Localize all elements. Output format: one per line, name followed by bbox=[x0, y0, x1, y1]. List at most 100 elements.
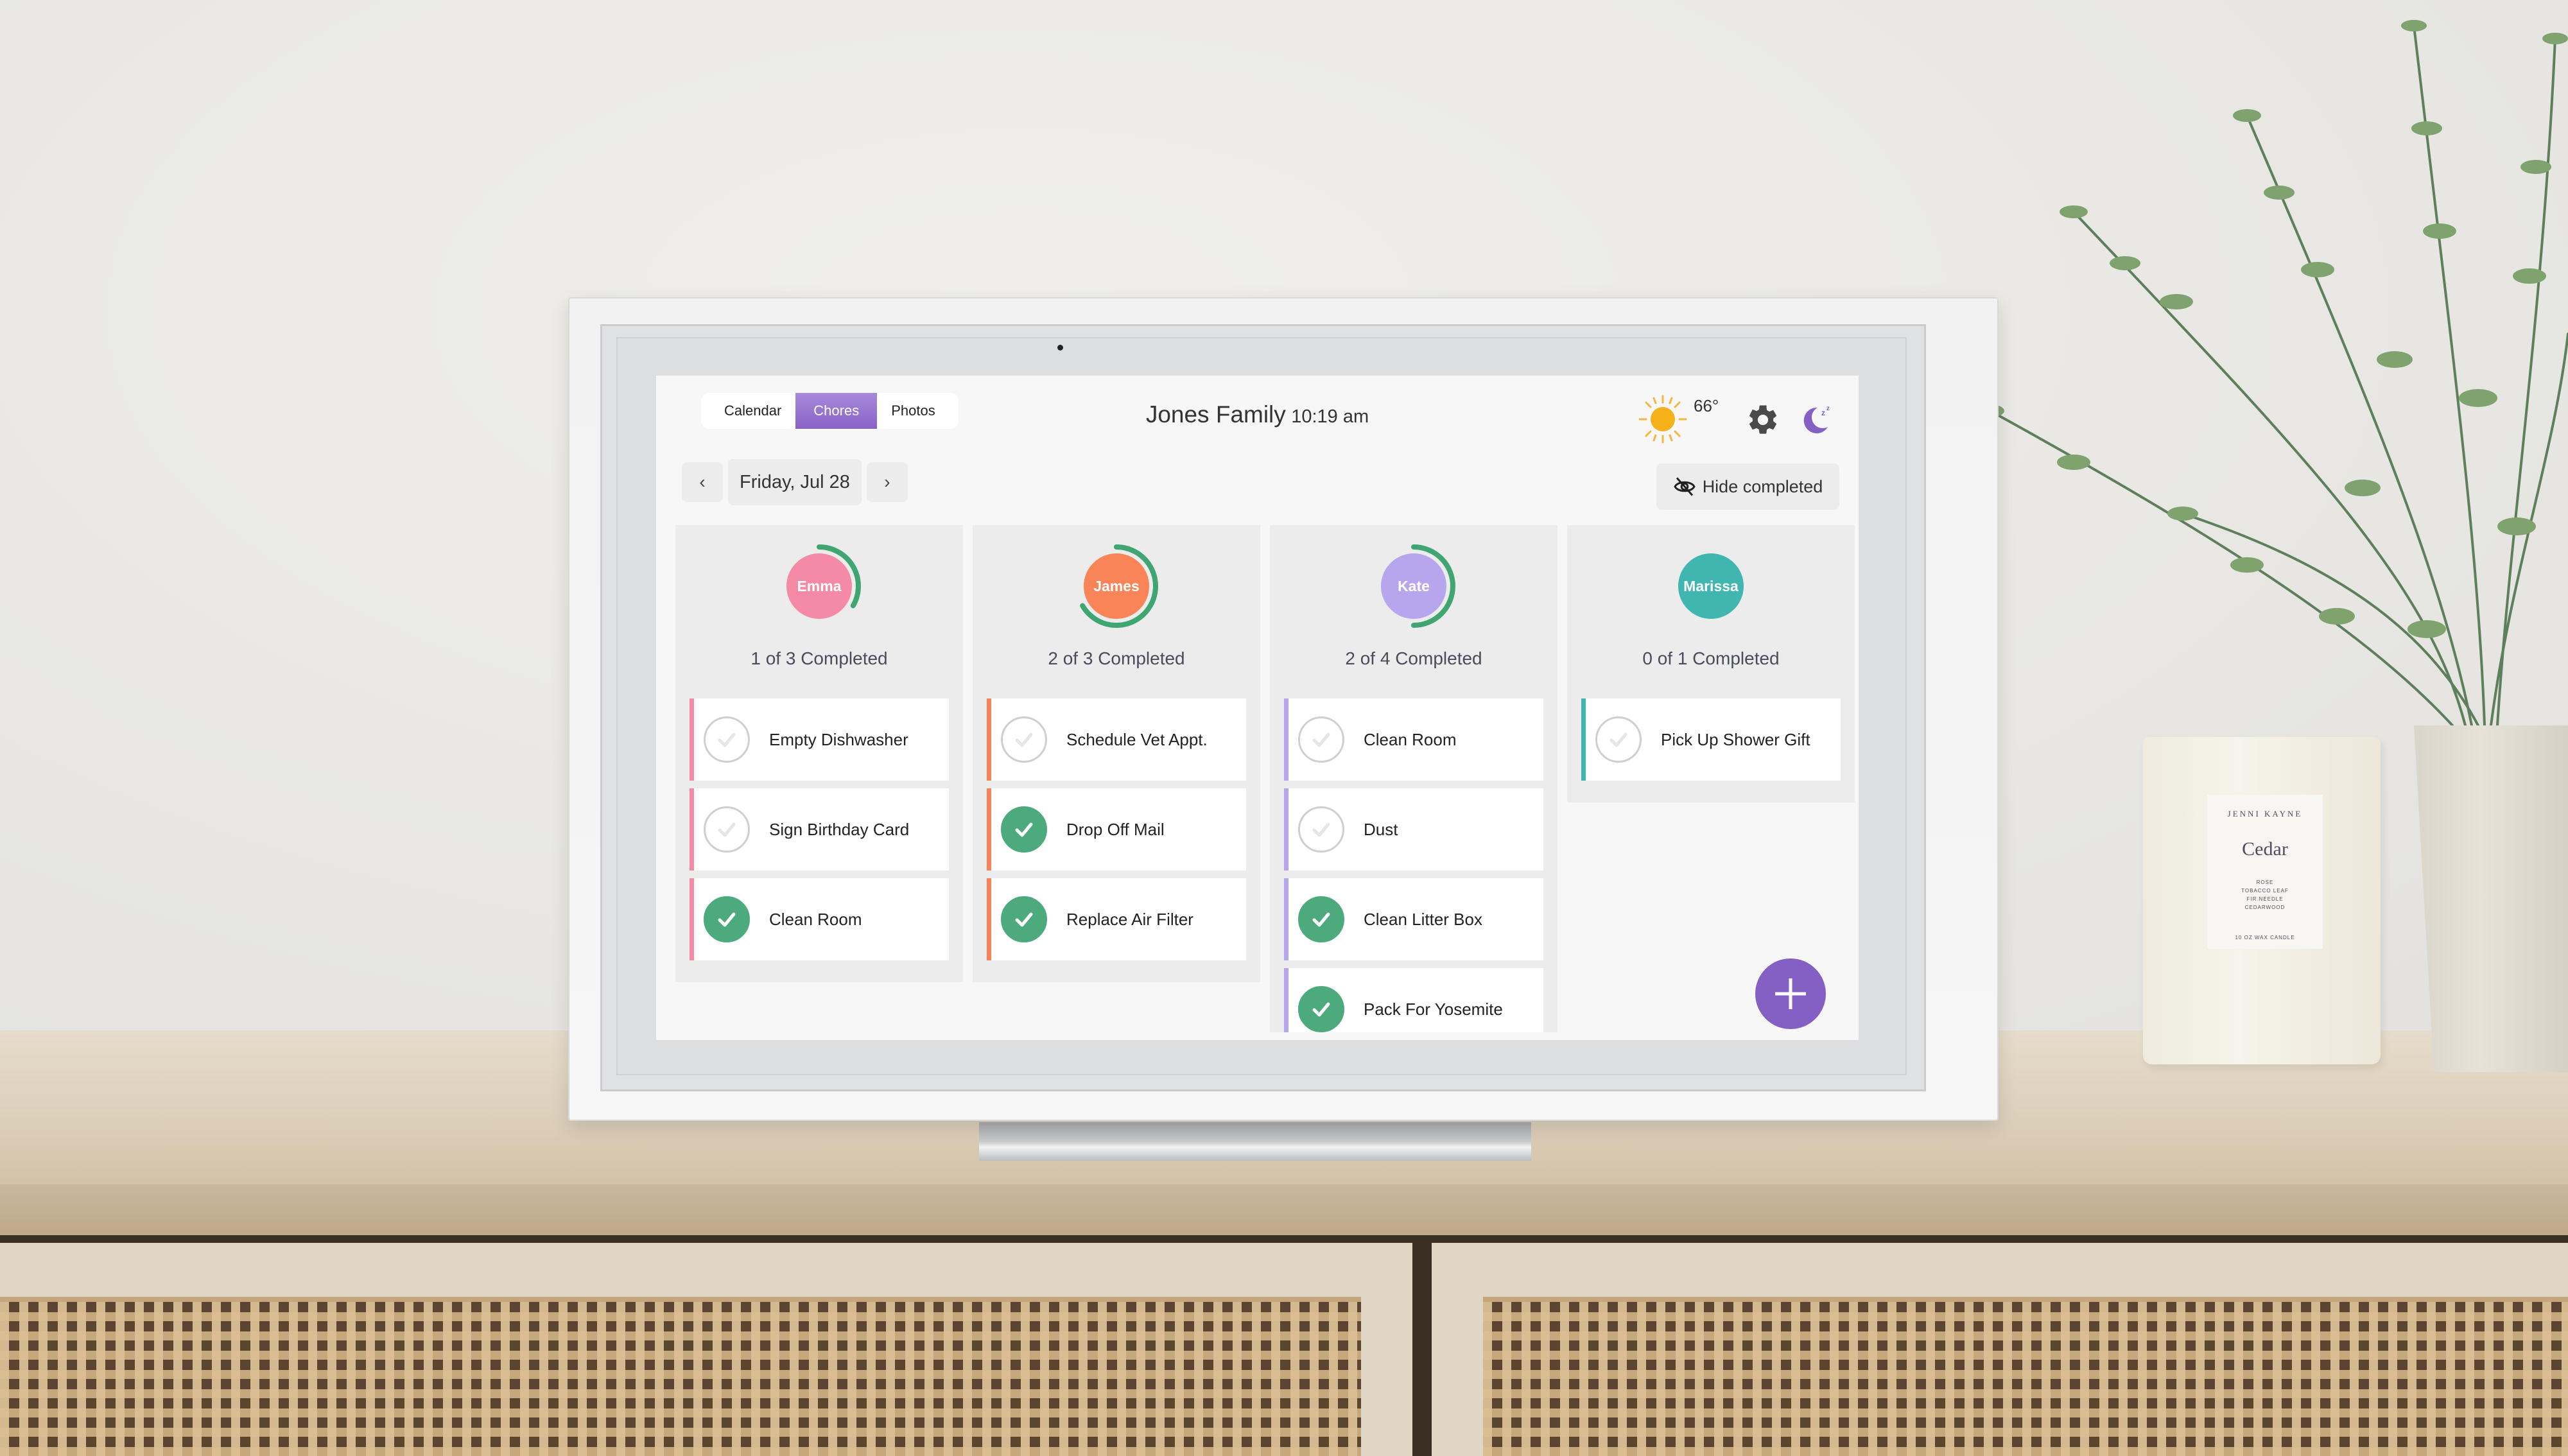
member-header: Marissa 0 of 1 Completed bbox=[1581, 525, 1841, 698]
candle-label: JENNI KAYNE Cedar ROSE TOBACCO LEAF FIR … bbox=[2207, 795, 2323, 949]
moon-sleep-icon[interactable]: z z bbox=[1798, 401, 1834, 437]
member-color-bar bbox=[987, 788, 991, 871]
member-color-bar bbox=[1284, 788, 1288, 871]
check-circle-icon[interactable] bbox=[1298, 716, 1344, 763]
next-day-button[interactable]: › bbox=[866, 462, 908, 502]
prev-day-button[interactable]: ‹ bbox=[682, 462, 723, 502]
check-circle-icon[interactable] bbox=[1595, 716, 1642, 763]
member-header: Emma 1 of 3 Completed bbox=[690, 525, 949, 698]
check-circle-icon[interactable] bbox=[1298, 806, 1344, 853]
chore-item[interactable]: Schedule Vet Appt. bbox=[987, 698, 1246, 781]
rattan-panel-right bbox=[1483, 1297, 2568, 1456]
candle-note: ROSE bbox=[2256, 880, 2274, 885]
chore-item[interactable]: Drop Off Mail bbox=[987, 788, 1246, 871]
chore-label: Drop Off Mail bbox=[1066, 819, 1165, 839]
progress-text: 1 of 3 Completed bbox=[750, 648, 888, 668]
chore-label: Empty Dishwasher bbox=[769, 729, 908, 749]
check-circle-icon[interactable] bbox=[1298, 896, 1344, 942]
candle-brand: JENNI KAYNE bbox=[2227, 809, 2303, 819]
member-color-bar bbox=[987, 698, 991, 781]
member-column-james: James 2 of 3 Completed Schedule Vet Appt… bbox=[973, 525, 1260, 982]
chevron-left-icon: ‹ bbox=[699, 472, 706, 492]
gear-icon[interactable] bbox=[1746, 403, 1780, 437]
check-circle-icon[interactable] bbox=[1001, 806, 1047, 853]
camera-icon bbox=[1057, 345, 1063, 351]
member-color-bar bbox=[1581, 698, 1586, 781]
member-color-bar bbox=[1284, 968, 1288, 1032]
chore-label: Pick Up Shower Gift bbox=[1661, 729, 1810, 749]
avatar[interactable]: Emma bbox=[786, 553, 852, 619]
current-date[interactable]: Friday, Jul 28 bbox=[728, 459, 862, 505]
member-header: James 2 of 3 Completed bbox=[987, 525, 1246, 698]
chore-item[interactable]: Dust bbox=[1284, 788, 1543, 871]
progress-text: 2 of 3 Completed bbox=[1048, 648, 1185, 668]
chore-item[interactable]: Clean Litter Box bbox=[1284, 878, 1543, 960]
avatar[interactable]: James bbox=[1084, 553, 1149, 619]
chore-label: Clean Room bbox=[769, 909, 862, 929]
candle-size: 10 OZ WAX CANDLE bbox=[2235, 935, 2295, 940]
chore-item[interactable]: Clean Room bbox=[690, 878, 949, 960]
svg-text:z: z bbox=[1821, 408, 1825, 417]
candle-note: FIR NEEDLE bbox=[2246, 896, 2284, 902]
chore-label: Pack For Yosemite bbox=[1364, 999, 1503, 1019]
add-chore-button[interactable] bbox=[1755, 958, 1826, 1029]
check-circle-icon[interactable] bbox=[1298, 986, 1344, 1032]
chore-label: Replace Air Filter bbox=[1066, 909, 1193, 929]
member-column-kate[interactable]: Kate 2 of 4 Completed Clean Room Dust Cl… bbox=[1270, 525, 1557, 1032]
chore-item[interactable]: Pack For Yosemite bbox=[1284, 968, 1543, 1032]
member-color-bar bbox=[1284, 698, 1288, 781]
chore-item[interactable]: Sign Birthday Card bbox=[690, 788, 949, 871]
chevron-right-icon: › bbox=[884, 472, 890, 492]
progress-text: 2 of 4 Completed bbox=[1345, 648, 1482, 668]
chore-item[interactable]: Empty Dishwasher bbox=[690, 698, 949, 781]
member-color-bar bbox=[987, 878, 991, 960]
avatar-progress: Emma bbox=[774, 541, 864, 631]
chore-label: Clean Litter Box bbox=[1364, 909, 1482, 929]
candle-note: CEDARWOOD bbox=[2244, 905, 2286, 910]
avatar-progress: James bbox=[1071, 541, 1161, 631]
temperature: 66° bbox=[1694, 396, 1719, 415]
avatar[interactable]: Kate bbox=[1381, 553, 1446, 619]
check-circle-icon[interactable] bbox=[704, 896, 750, 942]
check-circle-icon[interactable] bbox=[704, 716, 750, 763]
rattan-panel-left bbox=[0, 1297, 1361, 1456]
sun-icon[interactable] bbox=[1637, 394, 1688, 445]
family-name: Jones Family bbox=[1145, 401, 1286, 428]
table-edge bbox=[0, 1184, 2568, 1239]
member-color-bar bbox=[690, 878, 694, 960]
candle-name: Cedar bbox=[2242, 838, 2288, 860]
header-status: 66° z z bbox=[1637, 394, 1834, 445]
device-stand bbox=[979, 1122, 1531, 1161]
member-columns: Emma 1 of 3 Completed Empty Dishwasher S… bbox=[675, 525, 1855, 1032]
potted-plant bbox=[1977, 20, 2568, 727]
avatar-progress: Kate bbox=[1369, 541, 1459, 631]
chore-label: Clean Room bbox=[1364, 729, 1457, 749]
chore-label: Sign Birthday Card bbox=[769, 819, 910, 839]
candle: JENNI KAYNE Cedar ROSE TOBACCO LEAF FIR … bbox=[2143, 737, 2381, 1064]
member-color-bar bbox=[690, 698, 694, 781]
chores-screen: Calendar Chores Photos Jones Family 10:1… bbox=[656, 376, 1859, 1040]
candle-notes: ROSE TOBACCO LEAF FIR NEEDLE CEDARWOOD bbox=[2207, 878, 2323, 912]
eye-off-icon bbox=[1674, 477, 1696, 496]
chore-item[interactable]: Replace Air Filter bbox=[987, 878, 1246, 960]
hide-completed-button[interactable]: Hide completed bbox=[1656, 464, 1839, 510]
plus-icon bbox=[1775, 978, 1806, 1009]
chore-item[interactable]: Clean Room bbox=[1284, 698, 1543, 781]
chore-item[interactable]: Pick Up Shower Gift bbox=[1581, 698, 1841, 781]
clock-time: 10:19 am bbox=[1291, 406, 1369, 427]
plant-pot bbox=[2414, 725, 2568, 1072]
avatar[interactable]: Marissa bbox=[1678, 553, 1744, 619]
chore-label: Dust bbox=[1364, 819, 1398, 839]
member-color-bar bbox=[690, 788, 694, 871]
check-circle-icon[interactable] bbox=[704, 806, 750, 853]
avatar-progress: Marissa bbox=[1666, 541, 1756, 631]
check-circle-icon[interactable] bbox=[1001, 716, 1047, 763]
chore-label: Schedule Vet Appt. bbox=[1066, 729, 1208, 749]
date-navigation: ‹ Friday, Jul 28 › bbox=[682, 459, 908, 505]
member-header: Kate 2 of 4 Completed bbox=[1284, 525, 1543, 698]
check-circle-icon[interactable] bbox=[1001, 896, 1047, 942]
hide-completed-label: Hide completed bbox=[1702, 476, 1823, 496]
svg-text:z: z bbox=[1826, 405, 1830, 412]
candle-note: TOBACCO LEAF bbox=[2241, 888, 2289, 894]
member-color-bar bbox=[1284, 878, 1288, 960]
